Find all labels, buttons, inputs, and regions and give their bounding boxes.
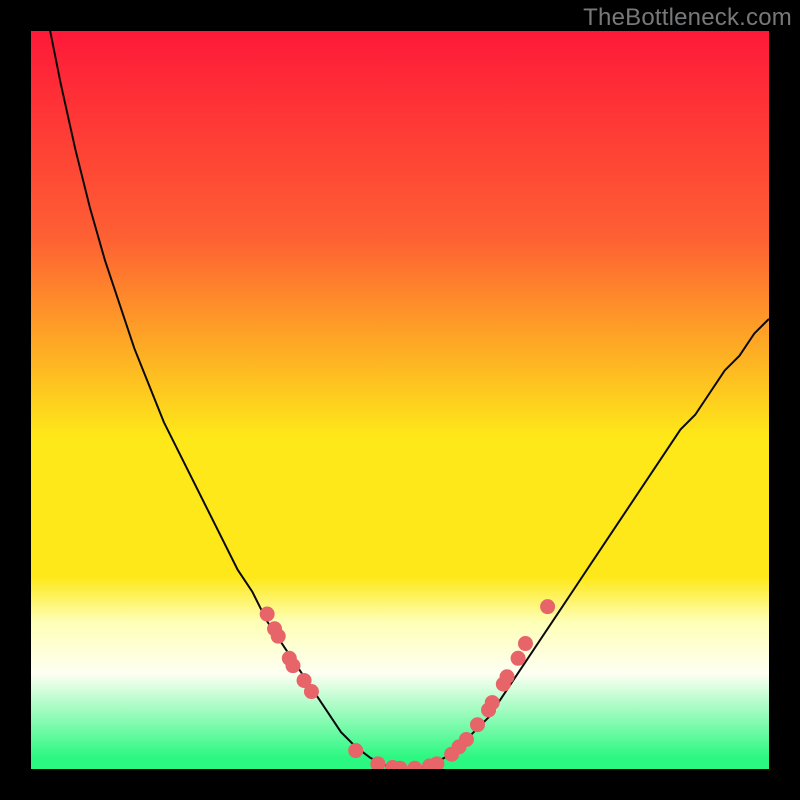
gradient-background [31, 31, 769, 769]
data-dot [304, 684, 319, 699]
data-dot [348, 743, 363, 758]
data-dot [285, 658, 300, 673]
data-dot [459, 732, 474, 747]
chart-frame [31, 31, 769, 769]
data-dot [500, 669, 515, 684]
data-dot [470, 717, 485, 732]
bottleneck-chart [31, 31, 769, 769]
data-dot [540, 599, 555, 614]
data-dot [485, 695, 500, 710]
attribution-text: TheBottleneck.com [583, 4, 792, 32]
data-dot [511, 651, 526, 666]
data-dot [271, 629, 286, 644]
data-dot [260, 607, 275, 622]
data-dot [518, 636, 533, 651]
